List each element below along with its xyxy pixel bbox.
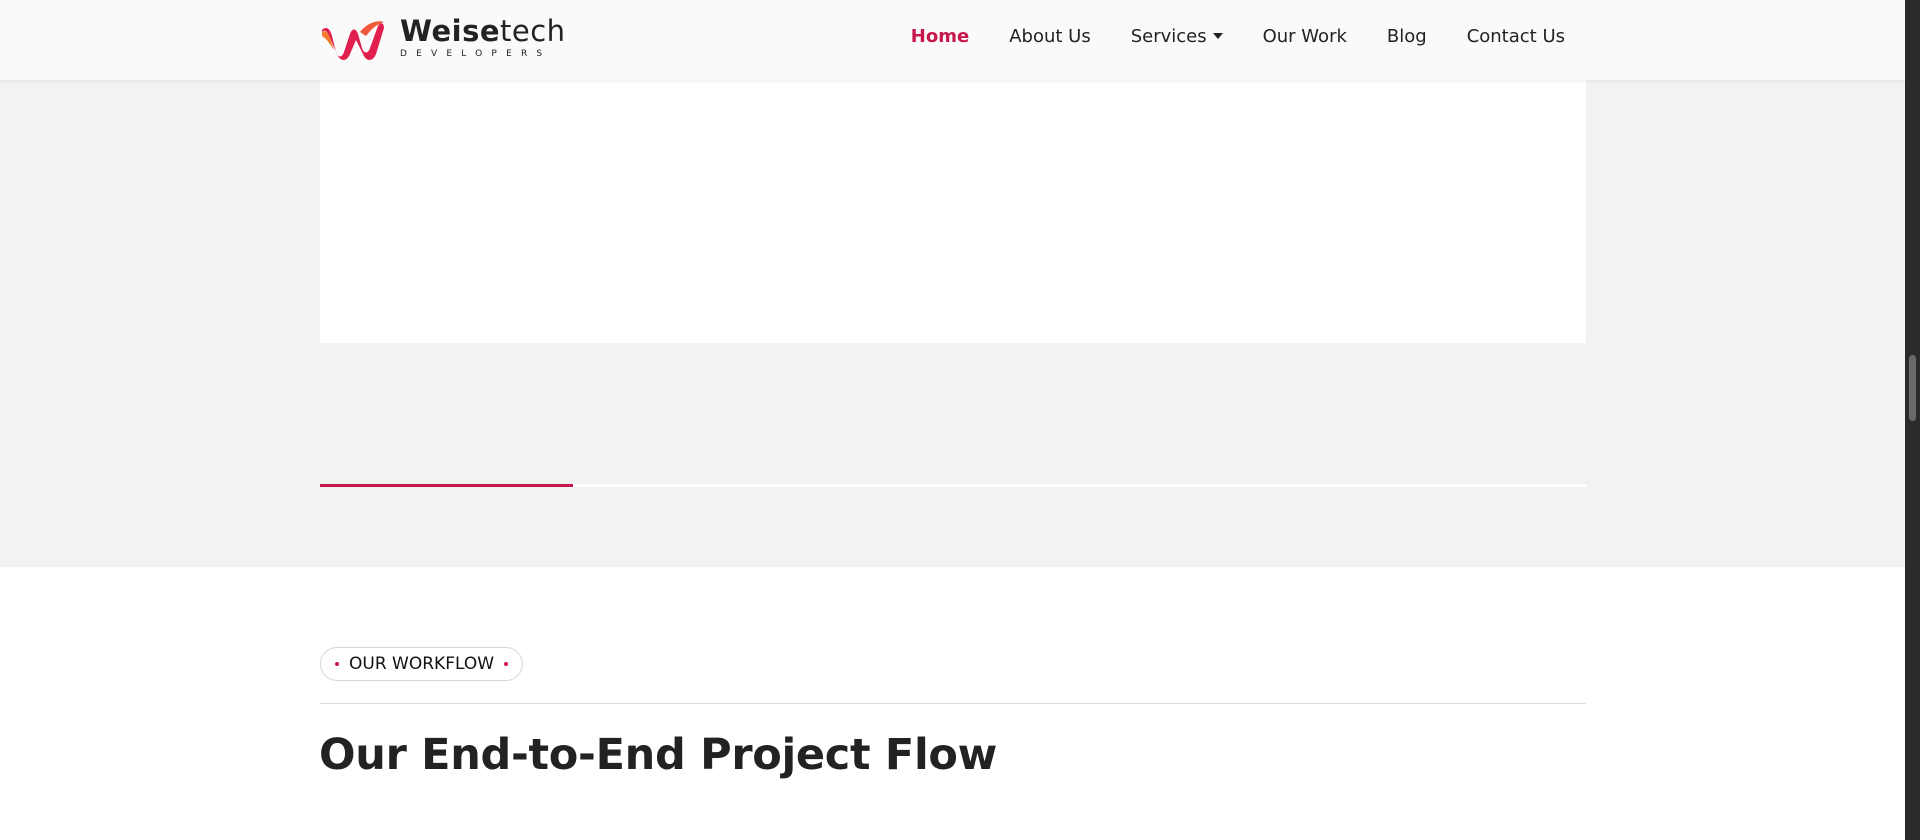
site-header: Weisetech DEVELOPERS Home About Us Servi… bbox=[0, 0, 1905, 80]
section-tag: OUR WORKFLOW bbox=[320, 647, 524, 681]
logo-name-bold: Weise bbox=[400, 14, 500, 48]
nav-home[interactable]: Home bbox=[911, 26, 969, 47]
section-title: Our End-to-End Project Flow bbox=[319, 730, 998, 780]
site-logo[interactable]: Weisetech DEVELOPERS bbox=[320, 16, 566, 62]
page-scrollbar[interactable] bbox=[1905, 0, 1920, 840]
bullet-dot-icon bbox=[504, 662, 509, 666]
logo-wordmark: Weisetech DEVELOPERS bbox=[400, 16, 566, 59]
carousel-progress-track bbox=[320, 484, 1586, 487]
nav-services-dropdown[interactable]: Services bbox=[1131, 26, 1223, 47]
nav-blog[interactable]: Blog bbox=[1387, 26, 1427, 47]
hero-section bbox=[0, 0, 1905, 567]
bullet-dot-icon bbox=[335, 662, 339, 666]
logo-name: Weisetech bbox=[400, 16, 566, 46]
weisetech-logo-mark-icon bbox=[322, 21, 384, 60]
caret-down-icon bbox=[1212, 32, 1223, 39]
nav-contact-us[interactable]: Contact Us bbox=[1467, 26, 1565, 47]
nav-services-label: Services bbox=[1130, 26, 1207, 47]
section-tag-label: OUR WORKFLOW bbox=[349, 654, 495, 674]
logo-tagline: DEVELOPERS bbox=[400, 49, 552, 59]
logo-name-light: tech bbox=[500, 14, 566, 48]
carousel-progress-fill bbox=[320, 484, 574, 487]
scrollbar-thumb[interactable] bbox=[1909, 355, 1916, 421]
nav-about-us[interactable]: About Us bbox=[1009, 26, 1091, 47]
nav-our-work[interactable]: Our Work bbox=[1263, 26, 1347, 47]
section-divider bbox=[320, 703, 1586, 704]
main-nav: Home About Us Services Our Work Blog Con… bbox=[871, 26, 1565, 47]
